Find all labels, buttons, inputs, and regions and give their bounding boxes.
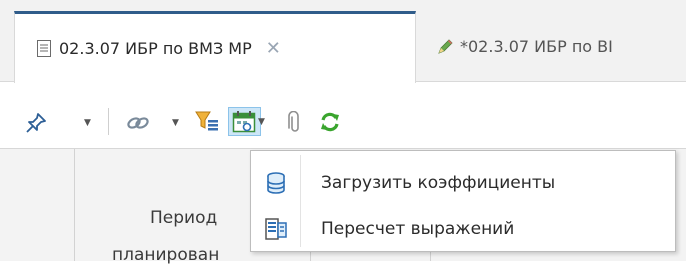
menu-item-recalculate[interactable]: Пересчет выражений xyxy=(251,209,675,249)
tab-bar: 02.3.07 ИБР по ВМЗ МР ✕ *02.3.07 ИБР по … xyxy=(0,0,686,83)
close-icon[interactable]: ✕ xyxy=(266,38,281,59)
filter-icon xyxy=(195,111,218,131)
tab-label: *02.3.07 ИБР по ВІ xyxy=(460,37,613,56)
tab-label: 02.3.07 ИБР по ВМЗ МР xyxy=(59,39,252,58)
calendar-refresh-icon xyxy=(232,111,256,133)
refresh-button[interactable] xyxy=(318,110,342,134)
chevron-down-icon[interactable]: ▼ xyxy=(172,118,179,128)
link-icon xyxy=(127,117,149,129)
toolbar: ▼ ▼ ▼ xyxy=(0,83,686,147)
menu-item-label: Загрузить коэффициенты xyxy=(321,173,556,193)
refresh-icon xyxy=(321,112,339,132)
recalculate-icon xyxy=(265,218,287,240)
column-divider xyxy=(74,149,75,261)
chevron-down-icon[interactable]: ▼ xyxy=(258,117,265,127)
schedule-button[interactable] xyxy=(232,110,256,134)
tab-ibr-vmz-mr[interactable]: 02.3.07 ИБР по ВМЗ МР ✕ xyxy=(14,11,416,83)
column-header-period: Период xyxy=(150,208,218,228)
document-icon xyxy=(37,40,51,57)
pencil-icon xyxy=(438,38,453,54)
attach-button[interactable] xyxy=(285,110,305,136)
paperclip-icon xyxy=(288,111,299,132)
tab-ibr-unsaved[interactable]: *02.3.07 ИБР по ВІ xyxy=(418,11,686,82)
pin-icon xyxy=(26,113,46,133)
menu-item-label: Пересчет выражений xyxy=(321,219,515,239)
schedule-dropdown-menu: Загрузить коэффициенты Пересчет выражени… xyxy=(250,150,676,252)
toolbar-separator xyxy=(108,108,109,135)
chevron-down-icon[interactable]: ▼ xyxy=(84,118,91,128)
menu-item-load-coefficients[interactable]: Загрузить коэффициенты xyxy=(251,163,675,203)
filter-button[interactable] xyxy=(194,109,220,135)
column-header-period-line2: планирован xyxy=(112,245,220,265)
pin-button[interactable] xyxy=(24,111,48,135)
link-button[interactable] xyxy=(125,111,151,135)
database-icon xyxy=(267,172,285,194)
